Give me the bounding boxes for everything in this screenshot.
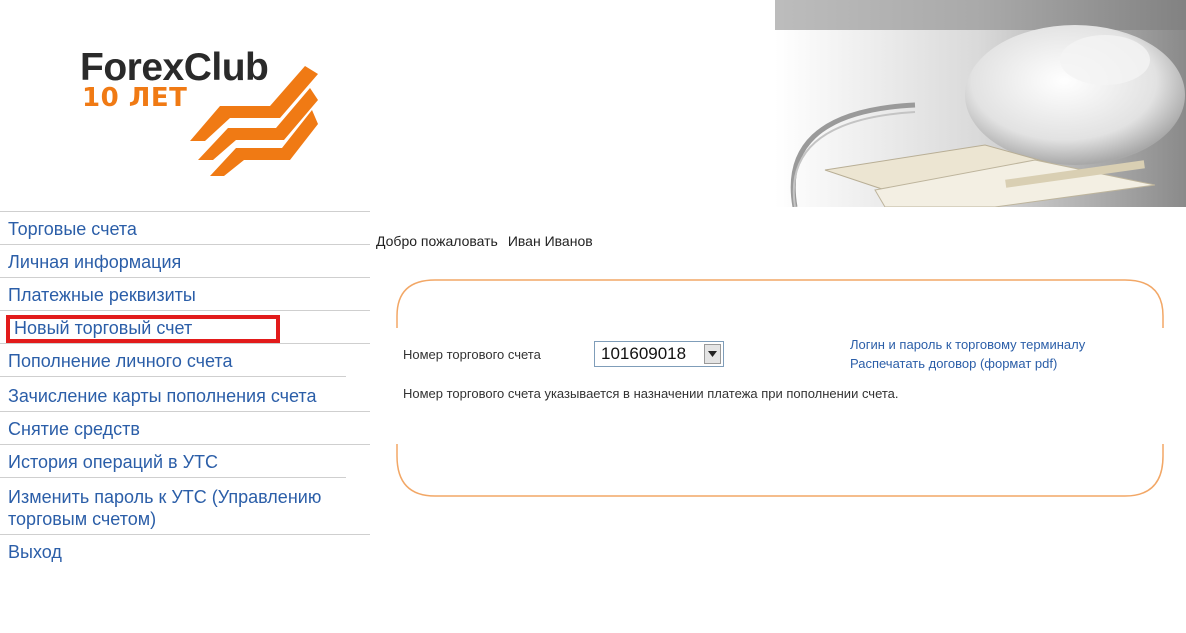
account-number-value: 101609018 bbox=[601, 344, 687, 363]
header-photo bbox=[775, 0, 1186, 207]
print-contract-link[interactable]: Распечатать договор (формат pdf) bbox=[850, 354, 1085, 373]
forexclub-logo: ForexClub 10 ЛЕТ bbox=[80, 48, 320, 178]
sidebar-item-personal-info[interactable]: Личная информация bbox=[0, 244, 370, 277]
account-number-select[interactable]: 101609018 bbox=[594, 341, 724, 367]
sidebar-item-payment-details[interactable]: Платежные реквизиты bbox=[0, 277, 370, 310]
sidebar-item-personal-deposit[interactable]: Пополнение личного счета bbox=[0, 343, 370, 376]
sidebar-item-withdrawal[interactable]: Снятие средств bbox=[0, 411, 370, 444]
sidebar-item-trading-accounts[interactable]: Торговые счета bbox=[0, 211, 370, 244]
sidebar-item-change-password[interactable]: Изменить пароль к УТС (Управлению торгов… bbox=[0, 477, 346, 534]
welcome-label: Добро пожаловать bbox=[376, 233, 498, 249]
welcome-line: Добро пожаловать Иван Иванов bbox=[376, 233, 593, 249]
account-number-hint: Номер торгового счета указывается в назн… bbox=[403, 386, 899, 401]
sidebar-item-new-trading-account[interactable]: Новый торговый счет bbox=[0, 310, 370, 343]
account-number-label: Номер торгового счета bbox=[403, 347, 541, 362]
dropdown-arrow-icon[interactable] bbox=[704, 344, 721, 364]
account-links: Логин и пароль к торговому терминалу Рас… bbox=[850, 335, 1085, 373]
sidebar-item-logout[interactable]: Выход bbox=[0, 534, 370, 567]
sidebar-item-uts-history[interactable]: История операций в УТС bbox=[0, 444, 370, 477]
forexclub-logo-stripes-icon bbox=[190, 66, 318, 176]
sidebar-nav: Торговые счета Личная информация Платежн… bbox=[0, 211, 370, 567]
terminal-credentials-link[interactable]: Логин и пароль к торговому терминалу bbox=[850, 335, 1085, 354]
user-name: Иван Иванов bbox=[507, 233, 593, 249]
sidebar-item-card-credit[interactable]: Зачисление карты пополнения счета bbox=[0, 376, 346, 411]
